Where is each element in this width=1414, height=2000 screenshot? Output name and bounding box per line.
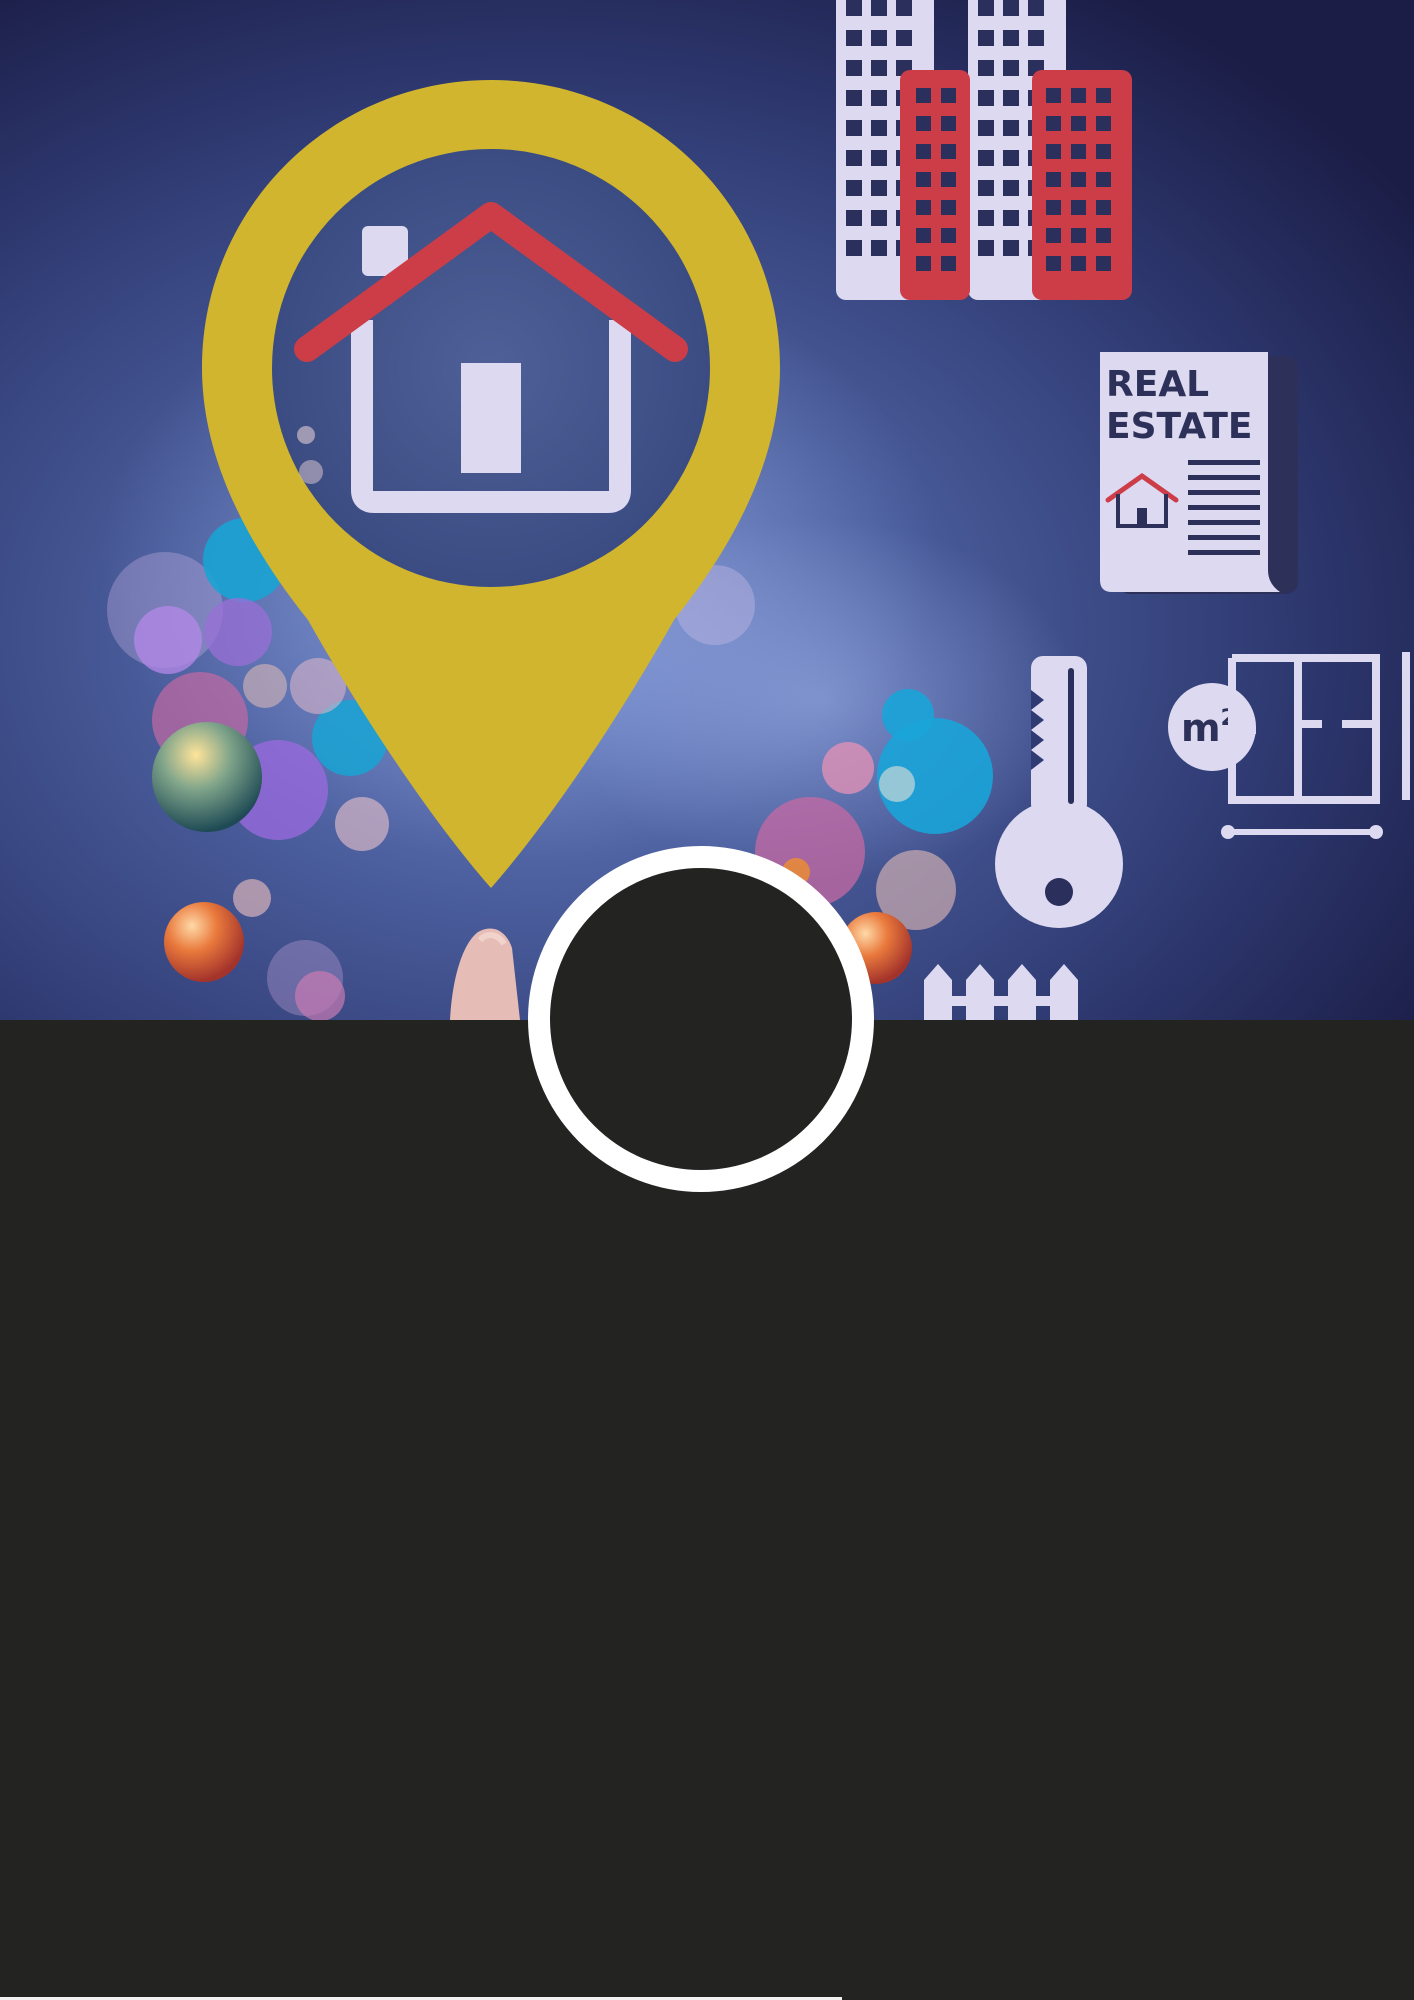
headline-line-2: ESTATE [1106,406,1253,447]
profile-avatar-placeholder[interactable] [528,846,874,1192]
area-unit: m [1181,706,1221,750]
headline-line-1: REAL [1106,364,1209,405]
page-canvas: REAL ESTATE m2 [0,0,1414,2000]
document-icon: REAL ESTATE [1100,352,1298,594]
